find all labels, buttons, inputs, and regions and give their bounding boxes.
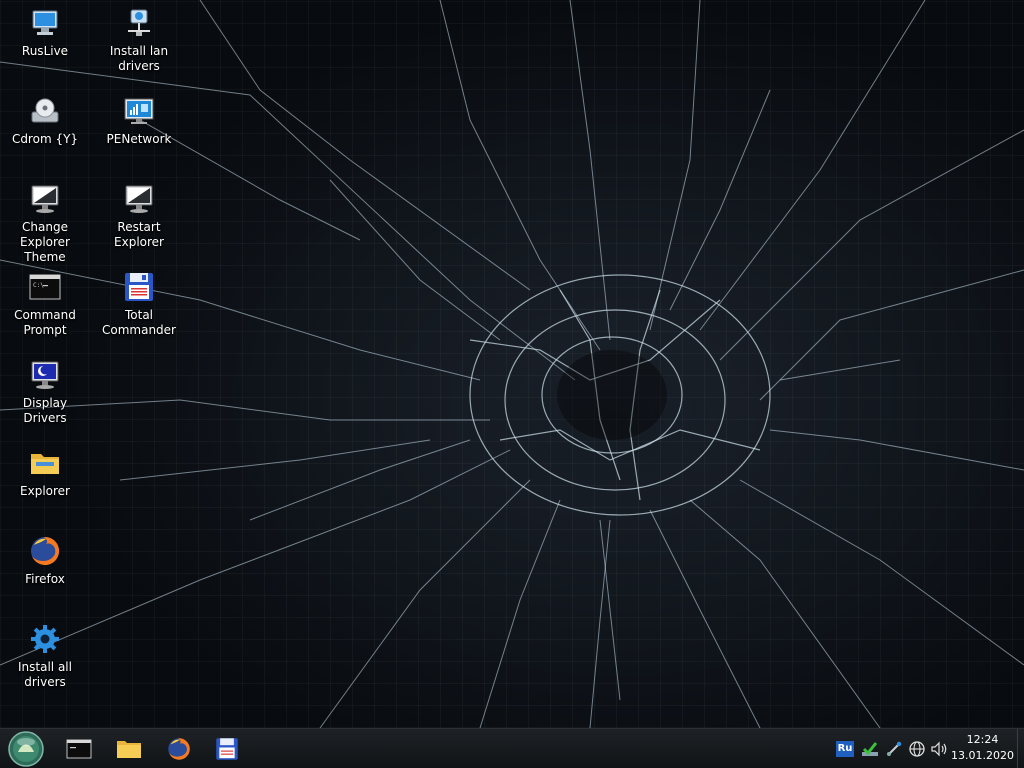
icon-label: Restart Explorer (114, 220, 164, 249)
icon-label: RusLive (21, 44, 69, 58)
desktop-icon-firefox[interactable]: Firefox (0, 534, 90, 587)
gear-icon (31, 625, 59, 653)
icon-label: Cdrom {Y} (11, 132, 79, 146)
floppy-disk-icon (125, 273, 153, 301)
total-commander-icon (216, 738, 238, 760)
computer-icon (32, 10, 58, 35)
start-button[interactable] (6, 730, 46, 768)
desktop-icon-install-all-drivers[interactable]: Install all drivers (0, 622, 90, 690)
folder-icon (31, 454, 59, 474)
taskbar-explorer-button[interactable] (112, 733, 146, 765)
tray-checkmark[interactable] (860, 739, 880, 759)
command-prompt-icon: C:\ (29, 274, 61, 300)
tray-network-tool[interactable] (884, 739, 904, 759)
taskbar-command-prompt-button[interactable] (62, 733, 96, 765)
start-orb-icon (8, 731, 44, 767)
desktop-icon-ruslive[interactable]: RusLive (0, 6, 90, 59)
firefox-icon (168, 738, 190, 760)
icon-label: Change Explorer Theme (20, 220, 70, 264)
cdrom-drive-icon (31, 98, 59, 123)
desktop-icon-change-explorer-theme[interactable]: Change Explorer Theme (0, 182, 90, 265)
tray-volume[interactable] (930, 739, 950, 759)
clock-date: 13.01.2020 (951, 749, 1014, 762)
taskbar-total-commander-button[interactable] (210, 733, 244, 765)
command-prompt-icon (66, 739, 92, 759)
language-indicator[interactable]: Ru (835, 739, 855, 759)
taskbar: Ru 12:24 13.01.2020 (0, 728, 1024, 768)
globe-icon (909, 741, 925, 757)
icon-label: Command Prompt (14, 308, 76, 337)
language-label: Ru (835, 741, 855, 757)
network-tool-icon (887, 741, 902, 756)
icon-label: Firefox (25, 572, 65, 586)
desktop-icon-display-drivers[interactable]: Display Drivers (0, 358, 90, 426)
svg-text:C:\: C:\ (33, 282, 44, 289)
desktop-icon-install-lan-drivers[interactable]: Install lan drivers (94, 6, 184, 74)
desktop-icon-total-commander[interactable]: Total Commander (94, 270, 184, 338)
checkmark-icon (862, 742, 878, 756)
desktop-icon-explorer[interactable]: Explorer (0, 446, 90, 499)
clock-time: 12:24 (966, 733, 999, 746)
monitor-icon (31, 185, 59, 213)
network-drive-icon (128, 9, 150, 36)
explorer-folder-icon (117, 741, 141, 758)
taskbar-firefox-button[interactable] (162, 733, 196, 765)
firefox-icon (31, 536, 60, 565)
display-drivers-icon (31, 361, 59, 389)
desktop-icon-cdrom[interactable]: Cdrom {Y} (0, 94, 90, 147)
monitor-icon (125, 185, 153, 213)
desktop-icon-penetwork[interactable]: PENetwork (94, 94, 184, 147)
desktop-icon-restart-explorer[interactable]: Restart Explorer (94, 182, 184, 250)
desktop-icon-command-prompt[interactable]: C:\ Command Prompt (0, 270, 90, 338)
tray-network[interactable] (907, 739, 927, 759)
penetwork-icon (124, 98, 154, 124)
icon-label: Total Commander (102, 308, 176, 337)
speaker-icon (931, 741, 947, 757)
icon-label: Install lan drivers (109, 44, 169, 73)
icon-label: Display Drivers (22, 396, 68, 425)
icon-label: PENetwork (106, 132, 172, 146)
show-desktop-button[interactable] (1017, 729, 1024, 768)
desktop[interactable]: RusLive Cdrom {Y} Change Explorer Theme … (0, 0, 1024, 728)
icon-label: Explorer (20, 484, 70, 498)
icon-label: Install all drivers (18, 660, 72, 689)
clock[interactable]: 12:24 13.01.2020 (951, 732, 1014, 764)
